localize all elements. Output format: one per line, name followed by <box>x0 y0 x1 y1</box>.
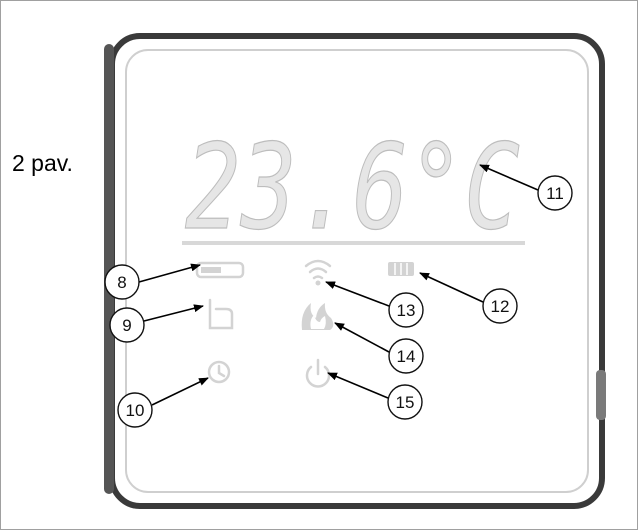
callout-8: 8 <box>104 264 140 300</box>
callout-14: 14 <box>388 338 424 374</box>
thermostat-diagram: 23.6°C 8 9 10 11 12 13 14 15 <box>104 33 606 509</box>
callout-number: 12 <box>491 297 510 316</box>
callout-number: 15 <box>396 393 415 412</box>
callout-13: 13 <box>388 292 424 328</box>
callout-number: 11 <box>546 184 564 203</box>
callout-9: 9 <box>109 307 145 343</box>
callout-number: 13 <box>397 301 416 320</box>
callout-number: 14 <box>397 347 416 366</box>
callout-11: 11 <box>537 175 573 211</box>
callout-number: 10 <box>126 401 145 420</box>
temperature-display: 23.6°C <box>185 118 520 256</box>
heating-radiator-icon <box>388 262 414 276</box>
callout-number: 9 <box>122 316 131 335</box>
callout-12: 12 <box>482 288 518 324</box>
callout-number: 8 <box>117 273 126 292</box>
callout-15: 15 <box>387 384 423 420</box>
callout-10: 10 <box>117 392 153 428</box>
